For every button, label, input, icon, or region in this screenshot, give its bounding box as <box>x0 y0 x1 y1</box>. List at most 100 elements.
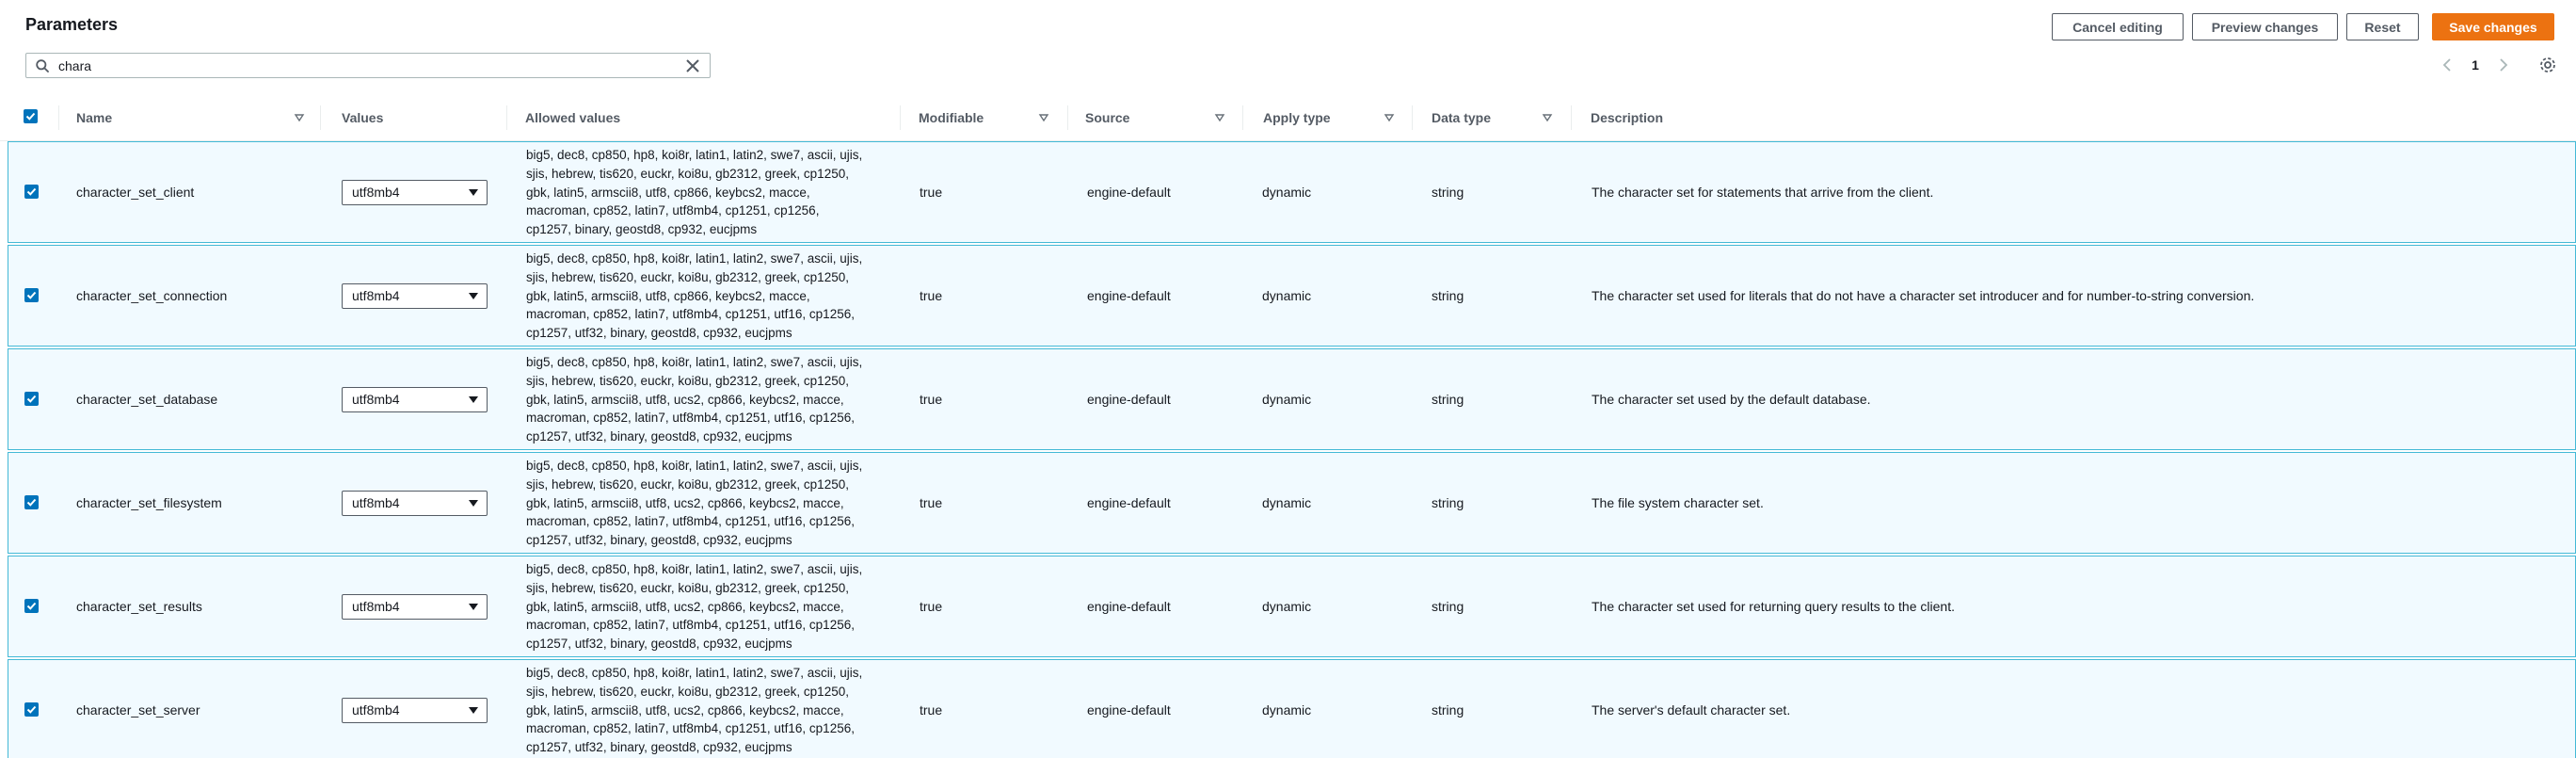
apply-type-value: dynamic <box>1262 392 1312 407</box>
search-field[interactable] <box>25 53 711 78</box>
allowed-values-line: big5, dec8, cp850, hp8, koi8r, latin1, l… <box>526 251 863 266</box>
allowed-values-line: gbk, latin5, armscii8, utf8, cp866, keyb… <box>526 288 810 303</box>
table-row[interactable]: character_set_client utf8mb4 big5, dec8, c… <box>8 141 2576 243</box>
column-header-description: Description <box>1591 110 1664 125</box>
close-icon[interactable] <box>684 57 701 74</box>
allowed-values: big5, dec8, cp850, hp8, koi8r, latin1, l… <box>526 146 903 239</box>
allowed-values-line: cp1257, binary, geostd8, cp932, eucjpms <box>526 222 758 237</box>
select-all-checkbox[interactable] <box>24 109 38 123</box>
value-select[interactable]: utf8mb4 <box>342 698 488 723</box>
column-header-source[interactable]: Source <box>1085 94 1129 141</box>
allowed-values-line: sjis, hebrew, tis620, euckr, koi8u, gb23… <box>526 684 849 699</box>
reset-button[interactable]: Reset <box>2346 13 2419 40</box>
column-header-data-type[interactable]: Data type <box>1432 94 1491 141</box>
dropdown-caret-icon <box>469 396 478 403</box>
sort-caret-icon[interactable] <box>1213 111 1226 124</box>
table-row[interactable]: character_set_connection utf8mb4 big5, dec… <box>8 245 2576 347</box>
data-type-value: string <box>1432 185 1464 200</box>
table-row[interactable]: character_set_filesystem utf8mb4 big5, dec… <box>8 452 2576 554</box>
parameter-name: character_set_connection <box>76 288 228 303</box>
allowed-values-line: macroman, cp852, latin7, utf8mb4, cp1251… <box>526 721 855 736</box>
page-number[interactable]: 1 <box>2466 56 2485 74</box>
value-select[interactable]: utf8mb4 <box>342 283 488 309</box>
row-checkbox[interactable] <box>24 599 39 613</box>
table-row[interactable]: character_set_database utf8mb4 big5, dec8,… <box>8 348 2576 450</box>
source-value: engine-default <box>1087 495 1171 510</box>
parameter-name: character_set_filesystem <box>76 495 222 510</box>
cancel-editing-button[interactable]: Cancel editing <box>2052 13 2184 40</box>
row-checkbox[interactable] <box>24 495 39 509</box>
value-select-text: utf8mb4 <box>352 495 400 510</box>
allowed-values-line: cp1257, utf32, binary, geostd8, cp932, e… <box>526 533 792 548</box>
allowed-values-line: big5, dec8, cp850, hp8, koi8r, latin1, l… <box>526 148 863 162</box>
column-header-apply-type[interactable]: Apply type <box>1263 94 1331 141</box>
page-title: Parameters <box>25 15 119 34</box>
sort-caret-icon[interactable] <box>1383 111 1396 124</box>
preview-changes-button[interactable]: Preview changes <box>2192 13 2338 40</box>
allowed-values: big5, dec8, cp850, hp8, koi8r, latin1, l… <box>526 560 903 653</box>
dropdown-caret-icon <box>469 189 478 196</box>
parameter-name: character_set_server <box>76 702 200 718</box>
value-select[interactable]: utf8mb4 <box>342 180 488 205</box>
chevron-right-icon[interactable] <box>2496 56 2511 73</box>
parameter-name: character_set_client <box>76 185 195 200</box>
apply-type-value: dynamic <box>1262 185 1312 200</box>
column-header-modifiable[interactable]: Modifiable <box>919 94 984 141</box>
sort-caret-icon[interactable] <box>293 111 306 124</box>
allowed-values-line: gbk, latin5, armscii8, utf8, ucs2, cp866… <box>526 599 844 614</box>
page-header: Parameters Cancel editing Preview change… <box>0 0 2576 56</box>
allowed-values-line: big5, dec8, cp850, hp8, koi8r, latin1, l… <box>526 562 863 576</box>
apply-type-value: dynamic <box>1262 599 1312 614</box>
allowed-values-line: sjis, hebrew, tis620, euckr, koi8u, gb23… <box>526 269 849 284</box>
table-header: Name Values Allowed values Modifiable So… <box>0 94 2576 141</box>
parameter-name: character_set_results <box>76 599 202 614</box>
sort-caret-icon[interactable] <box>1037 111 1050 124</box>
value-select[interactable]: utf8mb4 <box>342 387 488 412</box>
column-header-name[interactable]: Name <box>76 94 112 141</box>
description-value: The file system character set. <box>1592 495 1764 510</box>
data-type-value: string <box>1432 702 1464 718</box>
allowed-values-line: macroman, cp852, latin7, utf8mb4, cp1251… <box>526 307 855 322</box>
table-row[interactable]: character_set_results utf8mb4 big5, dec8, … <box>8 556 2576 657</box>
row-checkbox[interactable] <box>24 392 39 406</box>
source-value: engine-default <box>1087 702 1171 718</box>
column-header-values: Values <box>342 110 384 125</box>
value-select[interactable]: utf8mb4 <box>342 594 488 620</box>
dropdown-caret-icon <box>469 500 478 507</box>
search-input[interactable] <box>58 56 670 75</box>
allowed-values-line: sjis, hebrew, tis620, euckr, koi8u, gb23… <box>526 580 849 595</box>
value-select-text: utf8mb4 <box>352 392 400 407</box>
row-checkbox[interactable] <box>24 185 39 199</box>
sort-caret-icon[interactable] <box>1541 111 1554 124</box>
allowed-values-line: macroman, cp852, latin7, utf8mb4, cp1251… <box>526 514 855 529</box>
allowed-values-line: gbk, latin5, armscii8, utf8, ucs2, cp866… <box>526 702 844 718</box>
row-checkbox[interactable] <box>24 702 39 717</box>
row-checkbox[interactable] <box>24 288 39 302</box>
allowed-values-line: sjis, hebrew, tis620, euckr, koi8u, gb23… <box>526 373 849 388</box>
allowed-values-line: gbk, latin5, armscii8, utf8, cp866, keyb… <box>526 185 810 200</box>
allowed-values: big5, dec8, cp850, hp8, koi8r, latin1, l… <box>526 250 903 343</box>
value-select-text: utf8mb4 <box>352 599 400 614</box>
chevron-left-icon[interactable] <box>2440 56 2455 73</box>
allowed-values-line: cp1257, utf32, binary, geostd8, cp932, e… <box>526 429 792 444</box>
apply-type-value: dynamic <box>1262 288 1312 303</box>
dropdown-caret-icon <box>469 293 478 299</box>
save-changes-button[interactable]: Save changes <box>2432 13 2554 40</box>
allowed-values-line: gbk, latin5, armscii8, utf8, ucs2, cp866… <box>526 495 844 510</box>
allowed-values-line: big5, dec8, cp850, hp8, koi8r, latin1, l… <box>526 459 863 473</box>
value-select-text: utf8mb4 <box>352 185 400 200</box>
value-select[interactable]: utf8mb4 <box>342 491 488 516</box>
data-type-value: string <box>1432 599 1464 614</box>
data-type-value: string <box>1432 288 1464 303</box>
value-select-text: utf8mb4 <box>352 288 400 303</box>
modifiable-value: true <box>920 392 943 407</box>
description-value: The character set used for returning que… <box>1592 599 1955 614</box>
allowed-values-line: cp1257, utf32, binary, geostd8, cp932, e… <box>526 637 792 652</box>
dropdown-caret-icon <box>469 604 478 610</box>
modifiable-value: true <box>920 185 943 200</box>
parameter-name: character_set_database <box>76 392 218 407</box>
gear-icon[interactable] <box>2537 55 2558 75</box>
search-icon <box>36 59 49 73</box>
allowed-values-line: cp1257, utf32, binary, geostd8, cp932, e… <box>526 740 792 755</box>
table-row[interactable]: character_set_server utf8mb4 big5, dec8, c… <box>8 659 2576 758</box>
